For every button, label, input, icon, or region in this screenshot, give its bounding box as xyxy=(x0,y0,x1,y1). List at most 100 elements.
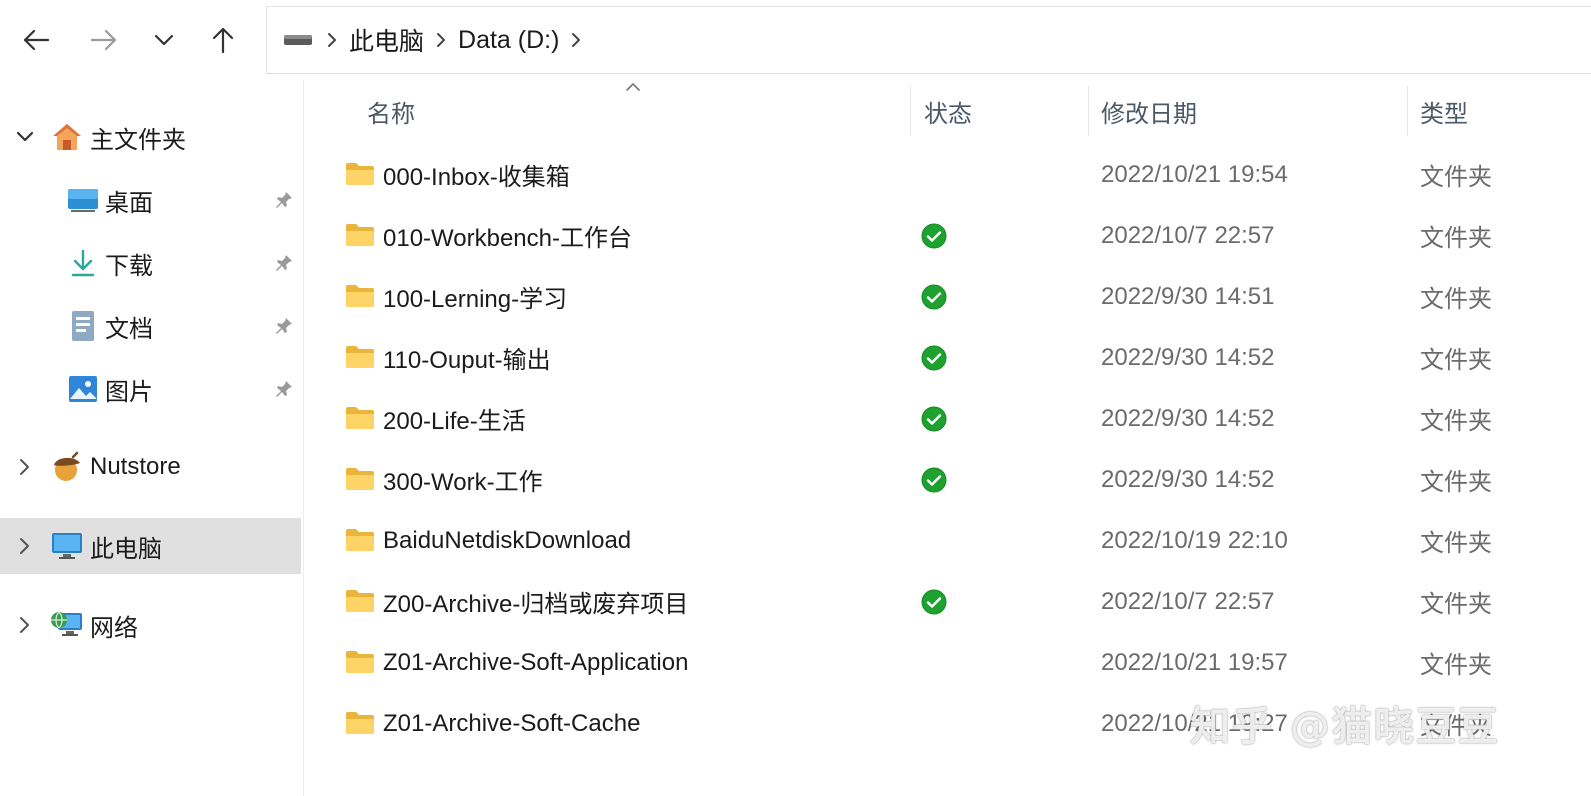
folder-icon xyxy=(345,649,375,675)
file-list: 名称 状态 修改日期 类型 000-Inbox-收集箱 2022/10/21 19… xyxy=(305,80,1591,796)
sidebar-item-label: 文档 xyxy=(105,315,153,343)
folder-icon xyxy=(345,527,375,553)
file-row[interactable]: 100-Lerning-学习 2022/9/30 14:51 文件夹 xyxy=(305,266,1591,327)
chevron-right-icon[interactable] xyxy=(14,535,36,557)
breadcrumb-drive-d[interactable]: Data (D:) xyxy=(458,26,559,55)
column-header-status[interactable]: 状态 xyxy=(924,80,972,142)
forward-button[interactable] xyxy=(84,20,124,60)
sidebar-item-nutstore[interactable]: Nutstore xyxy=(0,439,304,495)
file-modified-date: 2022/10/21 19:54 xyxy=(1101,160,1288,188)
file-row[interactable]: 000-Inbox-收集箱 2022/10/21 19:54 文件夹 xyxy=(305,144,1591,205)
synced-status-icon xyxy=(921,589,947,615)
file-row[interactable]: Z00-Archive-归档或废弃项目 2022/10/7 22:57 文件夹 xyxy=(305,571,1591,632)
recent-locations-button[interactable] xyxy=(144,20,184,60)
sidebar-item-pictures[interactable]: 图片 xyxy=(0,361,304,417)
navigation-pane: 主文件夹 桌面 下载 文档 图片 Nutstore 此电脑 网络 xyxy=(0,80,304,796)
synced-status-icon xyxy=(921,284,947,310)
synced-status-icon xyxy=(921,406,947,432)
file-modified-date: 2022/9/30 14:52 xyxy=(1101,343,1275,371)
column-header-row: 名称 状态 修改日期 类型 xyxy=(305,80,1591,142)
monitor-icon xyxy=(50,529,84,563)
file-type: 文件夹 xyxy=(1420,530,1492,557)
address-bar[interactable]: 此电脑 Data (D:) xyxy=(266,6,1591,74)
column-divider[interactable] xyxy=(1407,86,1408,136)
sidebar-item-desktop[interactable]: 桌面 xyxy=(0,172,304,228)
file-name[interactable]: Z01-Archive-Soft-Cache xyxy=(383,693,640,754)
sidebar-item-label: 主文件夹 xyxy=(90,126,186,154)
file-type: 文件夹 xyxy=(1420,652,1492,679)
sidebar-item-label: 此电脑 xyxy=(90,535,162,563)
sidebar-item-label: 网络 xyxy=(90,614,138,642)
sidebar-item-label: 桌面 xyxy=(105,189,153,217)
pin-icon[interactable] xyxy=(272,188,296,212)
up-button[interactable] xyxy=(203,20,243,60)
arrow-right-icon xyxy=(90,29,117,51)
breadcrumb-separator-icon[interactable] xyxy=(327,32,337,48)
pin-icon[interactable] xyxy=(272,377,296,401)
sidebar-item-home[interactable]: 主文件夹 xyxy=(0,109,304,165)
file-name[interactable]: 100-Lerning-学习 xyxy=(383,266,567,327)
document-icon xyxy=(66,309,100,343)
file-row[interactable]: 110-Ouput-输出 2022/9/30 14:52 文件夹 xyxy=(305,327,1591,388)
folder-icon xyxy=(345,283,375,309)
folder-icon xyxy=(345,405,375,431)
chevron-down-icon[interactable] xyxy=(14,126,36,148)
chevron-right-icon[interactable] xyxy=(14,614,36,636)
arrow-up-icon xyxy=(212,27,234,54)
column-header-modified[interactable]: 修改日期 xyxy=(1101,80,1197,142)
column-divider[interactable] xyxy=(1088,86,1089,136)
file-type: 文件夹 xyxy=(1420,225,1492,252)
breadcrumb-separator-icon[interactable] xyxy=(436,32,446,48)
file-name[interactable]: 010-Workbench-工作台 xyxy=(383,205,632,266)
synced-status-icon xyxy=(921,223,947,249)
sidebar-item-this-pc[interactable]: 此电脑 xyxy=(0,518,301,574)
desktop-icon xyxy=(66,183,100,217)
pin-icon[interactable] xyxy=(272,251,296,275)
breadcrumb-this-pc[interactable]: 此电脑 xyxy=(349,22,424,58)
sidebar-item-documents[interactable]: 文档 xyxy=(0,298,304,354)
file-row[interactable]: 010-Workbench-工作台 2022/10/7 22:57 文件夹 xyxy=(305,205,1591,266)
file-name[interactable]: Z00-Archive-归档或废弃项目 xyxy=(383,571,688,632)
navigation-bar: 此电脑 Data (D:) xyxy=(0,0,1591,80)
file-row[interactable]: 200-Life-生活 2022/9/30 14:52 文件夹 xyxy=(305,388,1591,449)
column-divider[interactable] xyxy=(910,86,911,136)
back-button[interactable] xyxy=(16,20,56,60)
file-row[interactable]: Z01-Archive-Soft-Application 2022/10/21 1… xyxy=(305,632,1591,693)
file-type: 文件夹 xyxy=(1420,469,1492,496)
file-row[interactable]: BaiduNetdiskDownload 2022/10/19 22:10 文件夹 xyxy=(305,510,1591,571)
sort-ascending-icon xyxy=(626,83,640,91)
sidebar-item-network[interactable]: 网络 xyxy=(0,597,304,653)
file-name[interactable]: BaiduNetdiskDownload xyxy=(383,510,631,571)
column-header-type[interactable]: 类型 xyxy=(1420,80,1468,142)
folder-icon xyxy=(345,710,375,736)
sidebar-item-downloads[interactable]: 下载 xyxy=(0,235,304,291)
pictures-icon xyxy=(66,372,100,406)
acorn-icon xyxy=(50,450,84,484)
synced-status-icon xyxy=(921,345,947,371)
watermark: 知乎 @猫晓豆豆 xyxy=(1190,704,1500,750)
pin-icon[interactable] xyxy=(272,314,296,338)
file-name[interactable]: Z01-Archive-Soft-Application xyxy=(383,632,688,693)
file-name[interactable]: 300-Work-工作 xyxy=(383,449,543,510)
file-name[interactable]: 000-Inbox-收集箱 xyxy=(383,144,570,205)
column-header-name[interactable]: 名称 xyxy=(367,80,415,142)
folder-icon xyxy=(345,588,375,614)
download-icon xyxy=(66,246,100,280)
file-row[interactable]: 300-Work-工作 2022/9/30 14:52 文件夹 xyxy=(305,449,1591,510)
file-type: 文件夹 xyxy=(1420,591,1492,618)
file-type: 文件夹 xyxy=(1420,408,1492,435)
folder-icon xyxy=(345,344,375,370)
breadcrumb-separator-icon[interactable] xyxy=(571,32,581,48)
home-icon xyxy=(50,120,84,154)
file-name[interactable]: 200-Life-生活 xyxy=(383,388,526,449)
file-name[interactable]: 110-Ouput-输出 xyxy=(383,327,551,388)
file-modified-date: 2022/9/30 14:52 xyxy=(1101,465,1275,493)
drive-icon xyxy=(283,29,315,51)
folder-icon xyxy=(345,222,375,248)
chevron-right-icon[interactable] xyxy=(14,456,36,478)
file-type: 文件夹 xyxy=(1420,347,1492,374)
file-type: 文件夹 xyxy=(1420,286,1492,313)
arrow-left-icon xyxy=(23,29,50,51)
file-modified-date: 2022/9/30 14:52 xyxy=(1101,404,1275,432)
folder-icon xyxy=(345,161,375,187)
